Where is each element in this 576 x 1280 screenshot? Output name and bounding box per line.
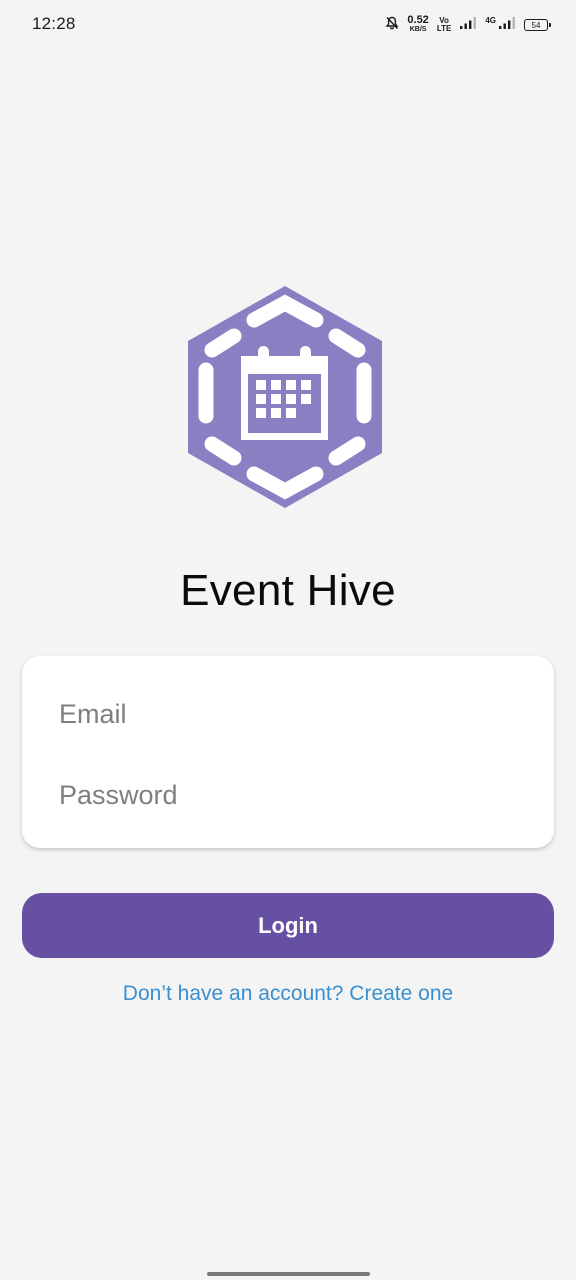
status-time: 12:28 xyxy=(32,14,76,33)
signal-icon xyxy=(459,16,477,35)
status-bar: 12:28 0.52 KB/S Vo LTE 4G 54 xyxy=(0,0,576,50)
signal-4g-icon xyxy=(498,16,516,35)
create-account-link[interactable]: Don’t have an account? Create one xyxy=(0,982,576,1006)
network-type: 4G xyxy=(485,15,496,25)
app-title: Event Hive xyxy=(180,566,396,615)
login-button[interactable]: Login xyxy=(22,893,554,958)
volte-indicator: Vo LTE xyxy=(436,16,452,33)
password-input[interactable] xyxy=(59,773,519,817)
home-indicator[interactable] xyxy=(207,1272,370,1276)
mute-bell-icon xyxy=(385,16,399,35)
battery-icon: 54 xyxy=(524,19,551,31)
email-input[interactable] xyxy=(59,692,519,736)
login-form-card xyxy=(22,656,554,848)
network-speed: 0.52 KB/S xyxy=(407,14,429,34)
calendar-hive-icon xyxy=(186,284,384,510)
status-icons: 0.52 KB/S Vo LTE 4G 54 xyxy=(385,12,551,38)
